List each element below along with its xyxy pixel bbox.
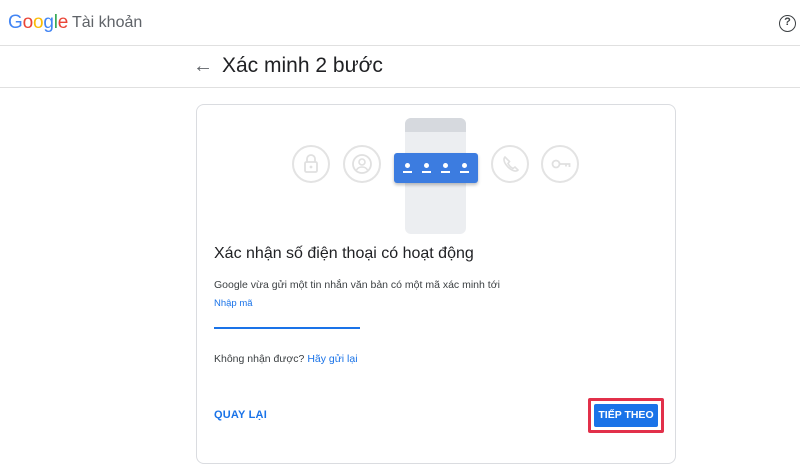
code-dot	[460, 163, 470, 173]
key-icon	[541, 145, 579, 183]
phone-icon	[491, 145, 529, 183]
logo-letter: o	[22, 12, 34, 33]
product-name[interactable]: Tài khoản	[72, 14, 142, 32]
resend-prompt: Không nhận được?	[214, 353, 305, 365]
next-button[interactable]: TIẾP THEO	[594, 404, 658, 427]
google-logo[interactable]: Google	[8, 12, 68, 34]
code-dot	[441, 163, 451, 173]
code-dot	[403, 163, 413, 173]
resend-row: Không nhận được? Hãy gửi lại	[214, 353, 358, 365]
top-bar: Google Tài khoản ?	[0, 0, 800, 46]
page-header: ← Xác minh 2 bước	[0, 46, 800, 88]
code-input[interactable]	[214, 307, 360, 327]
logo-letter: G	[8, 12, 23, 33]
card-description: Google vừa gửi một tin nhắn văn bản có m…	[214, 279, 500, 291]
person-icon	[343, 145, 381, 183]
next-button-highlight: TIẾP THEO	[588, 398, 664, 433]
help-icon[interactable]: ?	[779, 15, 796, 32]
code-input-underline	[214, 327, 360, 329]
resend-link[interactable]: Hãy gửi lại	[307, 353, 357, 365]
back-button[interactable]: QUAY LẠI	[214, 409, 267, 421]
verification-card: Xác nhận số điện thoại có hoạt động Goog…	[196, 104, 676, 464]
card-heading: Xác nhận số điện thoại có hoạt động	[214, 245, 474, 262]
lock-icon	[292, 145, 330, 183]
logo-letter: g	[43, 12, 54, 33]
back-arrow-icon[interactable]: ←	[193, 55, 213, 78]
code-message-bubble	[394, 153, 478, 183]
phone-speaker-bar	[405, 118, 466, 132]
logo-letter: e	[57, 12, 69, 33]
page-title: Xác minh 2 bước	[222, 54, 383, 77]
code-dot	[422, 163, 432, 173]
logo-letter: o	[32, 12, 44, 33]
